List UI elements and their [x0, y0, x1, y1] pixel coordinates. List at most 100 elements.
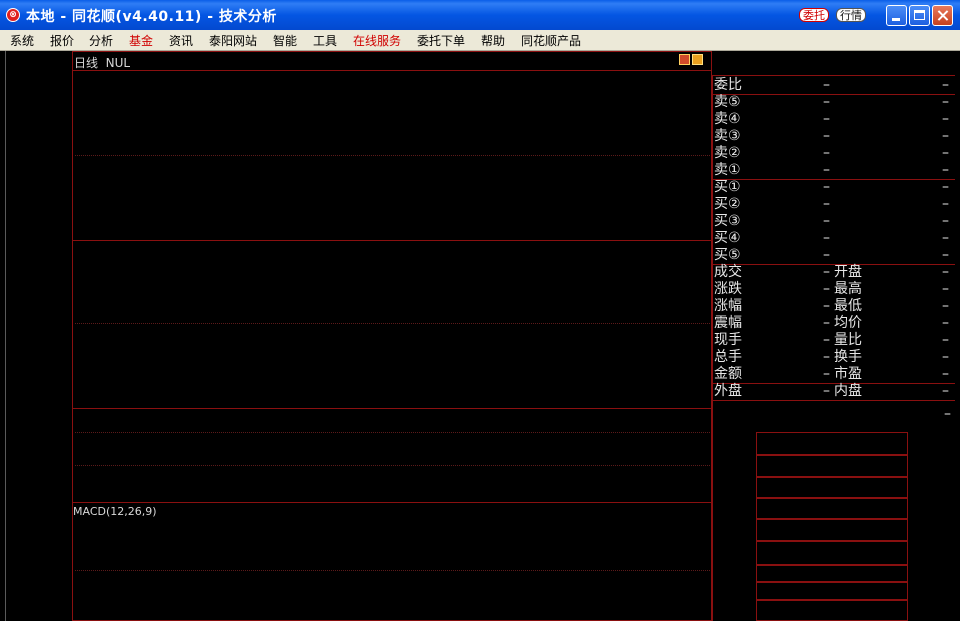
bid-label: 买⑤	[714, 247, 741, 263]
left-border	[5, 51, 6, 621]
grid-line	[75, 155, 710, 156]
stat-value: –	[823, 281, 830, 297]
order-ratio-label: 委比	[714, 77, 742, 93]
detail-box	[756, 600, 908, 621]
bid-label: 买③	[714, 213, 741, 229]
detail-box	[756, 519, 908, 541]
bid-label: 买①	[714, 179, 741, 195]
bid-volume: –	[942, 179, 949, 195]
stat-value-2: –	[942, 315, 949, 331]
menu-analysis[interactable]: 分析	[89, 32, 113, 49]
stat-label-2: 均价	[834, 315, 862, 331]
quote-divider	[712, 94, 955, 95]
stat-value-2: –	[942, 332, 949, 348]
stat-value: –	[823, 264, 830, 280]
quotes-button[interactable]: 行情	[836, 8, 866, 22]
stat-value-2: –	[942, 383, 949, 399]
menu-bar: 系统 报价 分析 基金 资讯 泰阳网站 智能 工具 在线服务 委托下单 帮助 同…	[0, 30, 960, 51]
bid-volume: –	[942, 196, 949, 212]
stat-label-2: 市盈	[834, 366, 862, 382]
maximize-icon[interactable]	[909, 5, 930, 26]
stat-value: –	[823, 383, 830, 399]
grid-line	[75, 465, 710, 466]
stat-value: –	[823, 315, 830, 331]
ask-volume: –	[942, 94, 949, 110]
extra-value: –	[944, 406, 951, 422]
stat-label-2: 开盘	[834, 264, 862, 280]
ask-volume: –	[942, 111, 949, 127]
bid-price: –	[823, 179, 830, 195]
stat-label-2: 内盘	[834, 383, 862, 399]
bid-volume: –	[942, 230, 949, 246]
ask-volume: –	[942, 162, 949, 178]
grid-line	[75, 570, 710, 571]
ask-price: –	[823, 111, 830, 127]
bid-price: –	[823, 230, 830, 246]
ask-price: –	[823, 162, 830, 178]
menu-taiyang-site[interactable]: 泰阳网站	[209, 32, 257, 49]
stat-value-2: –	[942, 298, 949, 314]
menu-smart[interactable]: 智能	[273, 32, 297, 49]
close-icon[interactable]	[932, 5, 953, 26]
ask-label: 卖②	[714, 145, 741, 161]
window-title: 本地 - 同花顺(v4.40.11) - 技术分析	[26, 9, 277, 25]
stat-value: –	[823, 332, 830, 348]
grid-line	[75, 323, 710, 324]
stat-label-2: 量比	[834, 332, 862, 348]
detail-box	[756, 477, 908, 498]
chart-period-label: 日线 NUL	[74, 56, 131, 70]
stat-label: 外盘	[714, 383, 742, 399]
menu-place-order[interactable]: 委托下单	[417, 32, 465, 49]
bid-price: –	[823, 247, 830, 263]
menu-quotes[interactable]: 报价	[50, 32, 74, 49]
chart-divider	[72, 408, 712, 409]
ask-price: –	[823, 128, 830, 144]
chart-divider	[72, 240, 712, 241]
menu-tools[interactable]: 工具	[313, 32, 337, 49]
ask-label: 卖①	[714, 162, 741, 178]
grid-line	[75, 432, 710, 433]
stat-label: 涨幅	[714, 298, 742, 314]
chart-frame[interactable]	[72, 51, 712, 621]
stat-label: 涨跌	[714, 281, 742, 297]
detail-box	[756, 432, 908, 455]
minimize-icon[interactable]	[886, 5, 907, 26]
menu-news[interactable]: 资讯	[169, 32, 193, 49]
detail-box	[756, 582, 908, 600]
bid-price: –	[823, 196, 830, 212]
quote-divider	[712, 179, 955, 180]
bid-label: 买②	[714, 196, 741, 212]
stat-label: 震幅	[714, 315, 742, 331]
menu-online-service[interactable]: 在线服务	[353, 32, 401, 49]
draw-tool-icon[interactable]	[679, 54, 690, 65]
stat-label: 金额	[714, 366, 742, 382]
stat-value-2: –	[942, 264, 949, 280]
chart-options-icon[interactable]	[692, 54, 703, 65]
detail-box	[756, 455, 908, 477]
detail-box	[756, 541, 908, 565]
ask-label: 卖④	[714, 111, 741, 127]
menu-system[interactable]: 系统	[10, 32, 34, 49]
quote-border	[712, 75, 713, 621]
stat-value-2: –	[942, 349, 949, 365]
chart-divider	[72, 70, 712, 71]
menu-fund[interactable]: 基金	[129, 32, 153, 49]
order-ratio-value: –	[823, 77, 830, 93]
chart-divider	[72, 502, 712, 503]
stat-label-2: 最低	[834, 298, 862, 314]
menu-help[interactable]: 帮助	[481, 32, 505, 49]
order-diff-value: –	[942, 77, 949, 93]
ask-label: 卖⑤	[714, 94, 741, 110]
ask-volume: –	[942, 145, 949, 161]
stat-value-2: –	[942, 366, 949, 382]
stat-label-2: 换手	[834, 349, 862, 365]
menu-products[interactable]: 同花顺产品	[521, 32, 581, 49]
bid-volume: –	[942, 213, 949, 229]
entrust-button[interactable]: 委托	[799, 8, 829, 22]
macd-indicator-label[interactable]: MACD(12,26,9)	[73, 505, 157, 518]
stat-value: –	[823, 298, 830, 314]
tonghuashun-logo-icon[interactable]: ⊗	[6, 8, 20, 22]
ask-price: –	[823, 145, 830, 161]
main-area: 日线 NUL MACD(12,26,9) 委比 – – 卖⑤ – – 卖④ – …	[5, 51, 955, 621]
bid-volume: –	[942, 247, 949, 263]
